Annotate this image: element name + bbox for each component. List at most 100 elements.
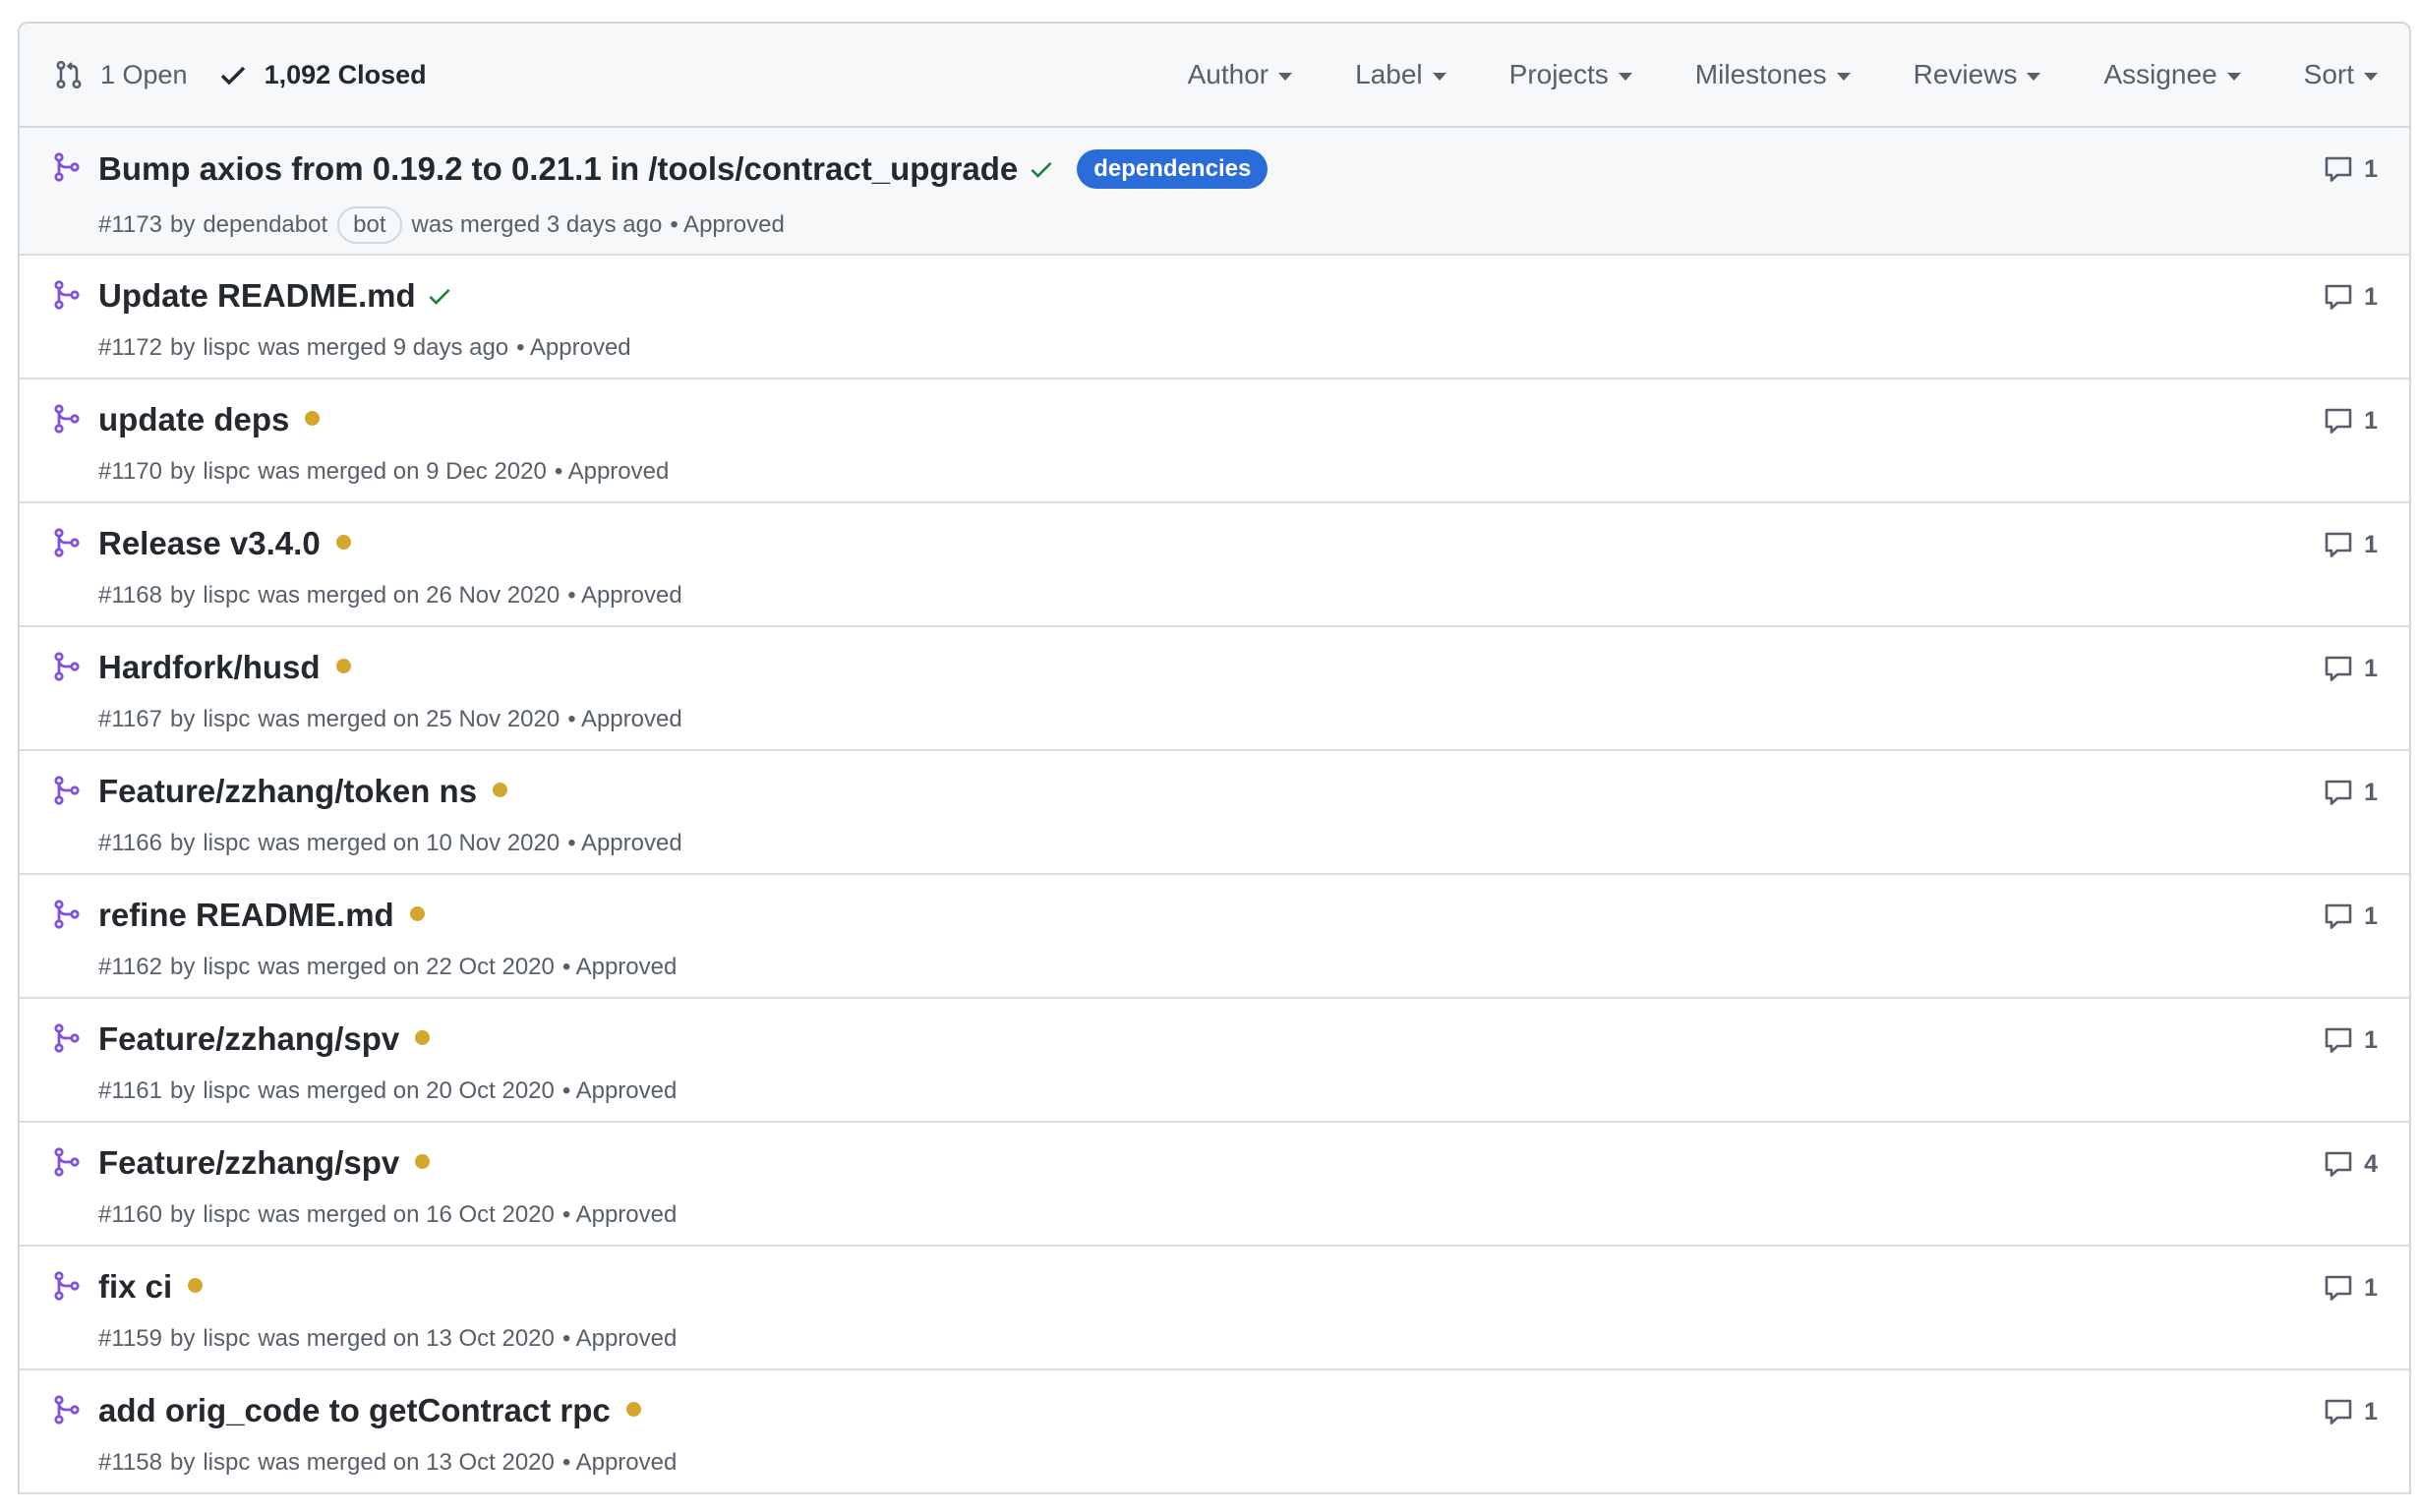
pr-review-status[interactable]: • Approved <box>562 1449 677 1477</box>
pull-request-row[interactable]: Release v3.4.0 #1168 by lispc was merged on … <box>20 503 2409 627</box>
pr-merged-time: was merged on 10 Nov 2020 <box>258 830 560 856</box>
comments-link[interactable]: 1 <box>2323 777 2378 808</box>
pr-title-link[interactable]: refine README.md <box>98 897 394 934</box>
pr-meta: #1173 by dependabot bot was merged 3 days ag… <box>98 206 785 244</box>
comments-link[interactable]: 1 <box>2323 1396 2378 1427</box>
pr-review-status[interactable]: • Approved <box>567 706 681 733</box>
pr-number: #1166 <box>98 830 162 856</box>
pr-by: by <box>169 954 196 980</box>
comments-link[interactable]: 1 <box>2323 405 2378 436</box>
projects-filter[interactable]: Projects <box>1509 59 1632 90</box>
comments-link[interactable]: 1 <box>2323 901 2378 932</box>
assignee-filter[interactable]: Assignee <box>2103 59 2241 90</box>
comments-link[interactable]: 1 <box>2323 281 2378 313</box>
pr-author-link[interactable]: lispc <box>203 706 250 733</box>
label-filter[interactable]: Label <box>1355 59 1446 90</box>
pr-number: #1158 <box>98 1449 162 1476</box>
pr-author-link[interactable]: dependabot <box>203 211 327 239</box>
pr-title-link[interactable]: Release v3.4.0 <box>98 525 321 562</box>
pr-review-status[interactable]: • Approved <box>567 830 681 857</box>
pr-author-link[interactable]: lispc <box>203 1077 250 1105</box>
pr-author-link[interactable]: lispc <box>203 1449 250 1477</box>
pending-status-dot[interactable] <box>415 1153 431 1169</box>
state-toggle: 1 Open 1,092 Closed <box>53 59 427 90</box>
pr-merged-time: was merged on 25 Nov 2020 <box>258 706 560 732</box>
pending-status-dot[interactable] <box>415 1029 431 1045</box>
pull-request-rows: Bump axios from 0.19.2 to 0.21.1 in /too… <box>20 128 2409 1494</box>
pr-review-status[interactable]: • Approved <box>562 1325 677 1353</box>
comments-link[interactable]: 1 <box>2323 153 2378 185</box>
comment-count: 1 <box>2364 1025 2378 1054</box>
pr-author-link[interactable]: lispc <box>203 334 250 362</box>
pending-status-dot[interactable] <box>335 534 351 550</box>
checks-passed-icon[interactable] <box>1028 155 1055 183</box>
pr-merged-time: was merged on 9 Dec 2020 <box>258 458 547 485</box>
comments-link[interactable]: 1 <box>2323 1024 2378 1056</box>
merged-pr-icon <box>54 1271 80 1301</box>
pull-request-row[interactable]: update deps #1170 by lispc was merged on 9 D… <box>20 379 2409 503</box>
pr-title-link[interactable]: Feature/zzhang/spv <box>98 1020 399 1058</box>
checks-passed-icon[interactable] <box>426 282 453 310</box>
pr-title-link[interactable]: Bump axios from 0.19.2 to 0.21.1 in /too… <box>98 150 1018 188</box>
pr-review-status[interactable]: • Approved <box>670 211 784 239</box>
pr-review-status[interactable]: • Approved <box>516 334 630 362</box>
pull-request-row[interactable]: Feature/zzhang/spv #1160 by lispc was merged… <box>20 1123 2409 1247</box>
pr-review-status[interactable]: • Approved <box>567 582 681 610</box>
comment-count: 1 <box>2364 654 2378 682</box>
pull-request-row[interactable]: Bump axios from 0.19.2 to 0.21.1 in /too… <box>20 128 2409 256</box>
pr-title-link[interactable]: Feature/zzhang/token ns <box>98 773 477 810</box>
pr-review-status[interactable]: • Approved <box>555 458 669 486</box>
pr-title-link[interactable]: update deps <box>98 401 289 438</box>
closed-filter-link[interactable]: 1,092 Closed <box>217 59 427 90</box>
pending-status-dot[interactable] <box>188 1277 204 1293</box>
pr-author-link[interactable]: lispc <box>203 458 250 486</box>
pull-request-row[interactable]: fix ci #1159 by lispc was merged on 13 Oct 2… <box>20 1247 2409 1370</box>
pr-number: #1162 <box>98 954 162 980</box>
pr-title-link[interactable]: add orig_code to getContract rpc <box>98 1392 611 1429</box>
comments-link[interactable]: 1 <box>2323 653 2378 684</box>
pr-title-line: Bump axios from 0.19.2 to 0.21.1 in /too… <box>98 149 1268 189</box>
sort-dropdown[interactable]: Sort <box>2304 59 2378 90</box>
pending-status-dot[interactable] <box>625 1401 641 1417</box>
caret-down-icon <box>2226 72 2241 81</box>
pending-status-dot[interactable] <box>305 410 321 426</box>
pr-title-link[interactable]: Update README.md <box>98 277 416 315</box>
label-dependencies[interactable]: dependencies <box>1077 149 1268 189</box>
pr-title-link[interactable]: Hardfork/husd <box>98 649 321 686</box>
list-header: 1 Open 1,092 Closed Author Label Project… <box>20 24 2409 128</box>
pull-request-row[interactable]: Feature/zzhang/token ns #1166 by lispc was m… <box>20 751 2409 875</box>
pull-request-row[interactable]: Hardfork/husd #1167 by lispc was merged on 2… <box>20 627 2409 751</box>
pull-request-row[interactable]: refine README.md #1162 by lispc was merged o… <box>20 875 2409 999</box>
pr-author-link[interactable]: lispc <box>203 954 250 981</box>
pull-request-row[interactable]: Update README.md #1172 by lispc was merged 9… <box>20 256 2409 379</box>
pr-review-status[interactable]: • Approved <box>562 1201 677 1229</box>
pr-meta: #1170 by lispc was merged on 9 Dec 2020 • Ap… <box>98 458 669 486</box>
open-filter-link[interactable]: 1 Open <box>53 59 188 90</box>
pr-number: #1161 <box>98 1077 162 1104</box>
pr-by: by <box>169 334 196 361</box>
pr-author-link[interactable]: lispc <box>203 830 250 857</box>
pr-author-link[interactable]: lispc <box>203 1201 250 1229</box>
pr-author-link[interactable]: lispc <box>203 1325 250 1353</box>
comments-link[interactable]: 1 <box>2323 529 2378 560</box>
milestones-filter[interactable]: Milestones <box>1695 59 1851 90</box>
pending-status-dot[interactable] <box>493 782 508 797</box>
pull-request-row[interactable]: add orig_code to getContract rpc #1158 by l… <box>20 1370 2409 1494</box>
comments-link[interactable]: 4 <box>2323 1148 2378 1180</box>
pr-title-link[interactable]: fix ci <box>98 1268 172 1306</box>
reviews-filter[interactable]: Reviews <box>1914 59 2041 90</box>
pr-review-status[interactable]: • Approved <box>562 954 677 981</box>
pending-status-dot[interactable] <box>409 905 425 921</box>
pr-title-link[interactable]: Feature/zzhang/spv <box>98 1144 399 1182</box>
pr-title-line: fix ci <box>98 1268 204 1306</box>
pr-by: by <box>169 830 196 856</box>
merged-pr-icon <box>54 152 80 182</box>
pr-author-link[interactable]: lispc <box>203 582 250 610</box>
pending-status-dot[interactable] <box>335 658 351 673</box>
comment-icon <box>2325 656 2352 681</box>
pull-request-row[interactable]: Feature/zzhang/spv #1161 by lispc was merged… <box>20 999 2409 1123</box>
author-filter[interactable]: Author <box>1188 59 1293 90</box>
comment-icon <box>2325 156 2352 182</box>
comments-link[interactable]: 1 <box>2323 1272 2378 1304</box>
pr-review-status[interactable]: • Approved <box>562 1077 677 1105</box>
